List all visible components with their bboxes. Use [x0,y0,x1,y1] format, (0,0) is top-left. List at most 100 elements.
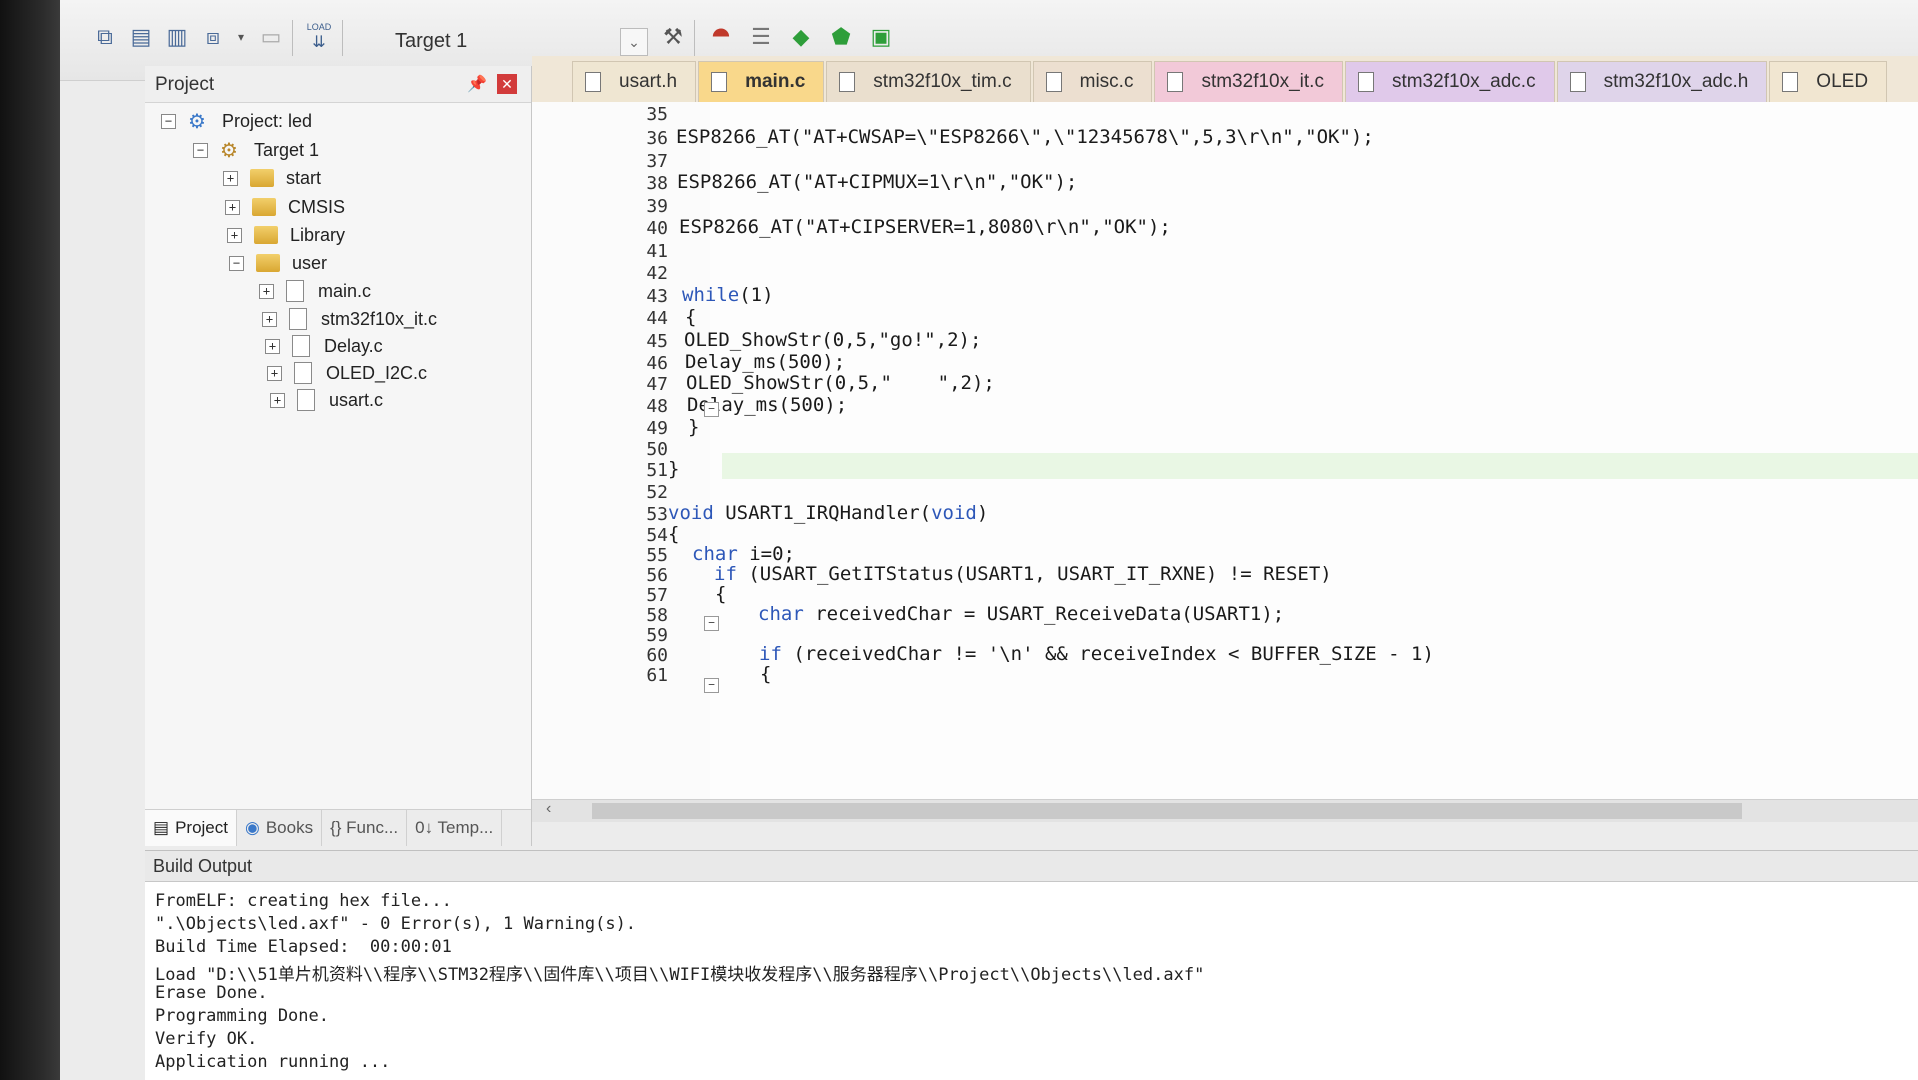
tab-label: OLED [1816,71,1869,92]
tab-main-c[interactable]: main.c [698,61,825,102]
collapse-icon[interactable]: − [161,113,176,129]
pack-installer-icon[interactable]: ◆ [786,22,816,52]
build-output-line: FromELF: creating hex file... [155,891,452,911]
tree-item-folder-user[interactable]: − user [229,249,327,277]
code-line: Delay_ms(500); [685,351,846,373]
rebuild-icon[interactable]: ▥ [162,22,192,52]
code-editor[interactable]: 35 36 37 38 39 40 41 42 43 44 45 46 47 48 49 50 51 52 53 54… [532,102,1918,822]
tab-usart-h[interactable]: usart.h [572,61,697,102]
horizontal-scrollbar[interactable]: ‹ [532,799,1918,822]
tab-label: main.c [745,71,806,92]
tree-item-file-oled-c[interactable]: + OLED_I2C.c [267,359,427,387]
line-number: 39 [646,196,668,217]
tab-templates[interactable]: 0↓ Temp... [407,810,503,846]
scroll-left-icon[interactable]: ‹ [546,800,551,818]
line-number: 37 [646,151,668,172]
tree-item-folder-cmsis[interactable]: + CMSIS [225,193,345,221]
fold-collapse-icon[interactable]: − [704,402,719,417]
fold-collapse-icon[interactable]: − [704,616,719,631]
build-output-title: Build Output [145,851,1918,882]
tree-item-file-it-c[interactable]: + stm32f10x_it.c [262,305,437,333]
toolbar-separator [292,20,293,56]
tab-stm32f10x-adc-h[interactable]: stm32f10x_adc.h [1556,61,1768,102]
tab-misc-c[interactable]: misc.c [1032,61,1153,102]
line-number: 45 [646,331,668,352]
tab-books[interactable]: ◉ Books [237,810,323,846]
pin-icon[interactable]: 📌 [467,74,487,94]
manage-components-icon[interactable]: ⯊ [706,22,736,52]
target-dropdown-button[interactable]: ⌄ [620,28,648,56]
tab-project[interactable]: ▤ Project [145,810,237,846]
expand-icon[interactable]: + [262,311,277,327]
download-icon[interactable]: LOAD ⇊ [304,22,334,52]
line-number: 38 [646,173,668,194]
file-icon [711,72,728,92]
expand-icon[interactable]: + [270,392,285,408]
build-icon[interactable]: ▤ [126,22,156,52]
tab-stm32f10x-tim-c[interactable]: stm32f10x_tim.c [826,61,1031,102]
tree-item-label: main.c [318,280,372,301]
batch-build-icon[interactable]: ⧈ [198,22,228,52]
tree-item-folder-library[interactable]: + Library [227,221,345,249]
tree-item-label: stm32f10x_it.c [321,308,438,329]
expand-icon[interactable]: + [223,170,238,186]
expand-icon[interactable]: + [265,338,280,354]
code-line: OLED_ShowStr(0,5,"go!",2); [684,329,982,351]
select-packs-icon[interactable]: ☰ [746,22,776,52]
line-number: 48 [646,396,668,417]
tree-item-file-main-c[interactable]: + main.c [259,277,371,305]
toolbar-separator [694,20,695,56]
code-line: { [668,523,680,545]
tree-item-target[interactable]: − ⚙ Target 1 [193,136,319,164]
tree-item-file-delay-c[interactable]: + Delay.c [265,332,383,360]
line-number: 54 [646,525,668,546]
project-panel-header: Project 📌 ✕ [145,66,531,103]
collapse-icon[interactable]: − [193,142,208,158]
code-line: ESP8266_AT("AT+CIPMUX=1\r\n","OK"); [677,171,1078,193]
options-icon[interactable]: ⚒ [658,22,688,52]
build-output-line: Application running ... [155,1052,391,1072]
line-number-gutter: 35 36 37 38 39 40 41 42 43 44 45 46 47 48 49 50 51 52 53 54… [532,102,710,822]
code-line: { [760,663,772,685]
code-line: { [715,583,727,605]
expand-icon[interactable]: + [225,199,240,215]
line-number: 56 [646,565,668,586]
code-line: OLED_ShowStr(0,5," ",2); [686,372,995,394]
package-icon[interactable]: ▣ [866,22,896,52]
file-icon [289,308,307,330]
line-number: 46 [646,353,668,374]
tree-item-label: Project: led [222,110,313,131]
tree-item-label: usart.c [329,389,384,410]
line-number: 59 [646,625,668,646]
project-icon: ⚙ [188,110,206,133]
code-line: { [685,306,697,328]
scrollbar-thumb[interactable] [592,803,1742,819]
tree-item-folder-start[interactable]: + start [223,164,321,192]
tab-oled[interactable]: OLED [1769,61,1888,102]
tree-item-file-usart-c[interactable]: + usart.c [270,386,383,414]
fold-collapse-icon[interactable]: − [704,678,719,693]
code-line: } [688,416,700,438]
line-number: 41 [646,241,668,262]
file-icon [1782,72,1799,92]
tab-functions[interactable]: {} Func... [322,810,408,846]
tab-label: Project [175,818,228,837]
load-label: LOAD [306,22,332,32]
tab-stm32f10x-it-c[interactable]: stm32f10x_it.c [1154,61,1343,102]
target-select[interactable]: Target 1 [395,30,467,53]
stop-build-icon[interactable]: ▭ [256,22,286,52]
folder-open-icon [256,254,280,272]
translate-icon[interactable]: ⧉ [90,22,120,52]
tab-stm32f10x-adc-c[interactable]: stm32f10x_adc.c [1344,61,1555,102]
collapse-icon[interactable]: − [229,255,244,271]
expand-icon[interactable]: + [267,365,282,381]
tree-item-project[interactable]: − ⚙ Project: led [161,107,312,135]
run-time-env-icon[interactable]: ⬟ [826,22,856,52]
toolbar-separator [342,20,343,56]
expand-icon[interactable]: + [259,283,274,299]
chevron-down-icon[interactable]: ▾ [226,22,256,52]
file-icon [1167,72,1184,92]
ide-window: ⧉ ▤ ▥ ⧈ ▾ ▭ LOAD ⇊ Target 1 ⌄ ⚒ ⯊ ☰ ◆ ⬟ ▣… [60,0,1918,1080]
expand-icon[interactable]: + [227,227,242,243]
close-icon[interactable]: ✕ [497,74,517,94]
